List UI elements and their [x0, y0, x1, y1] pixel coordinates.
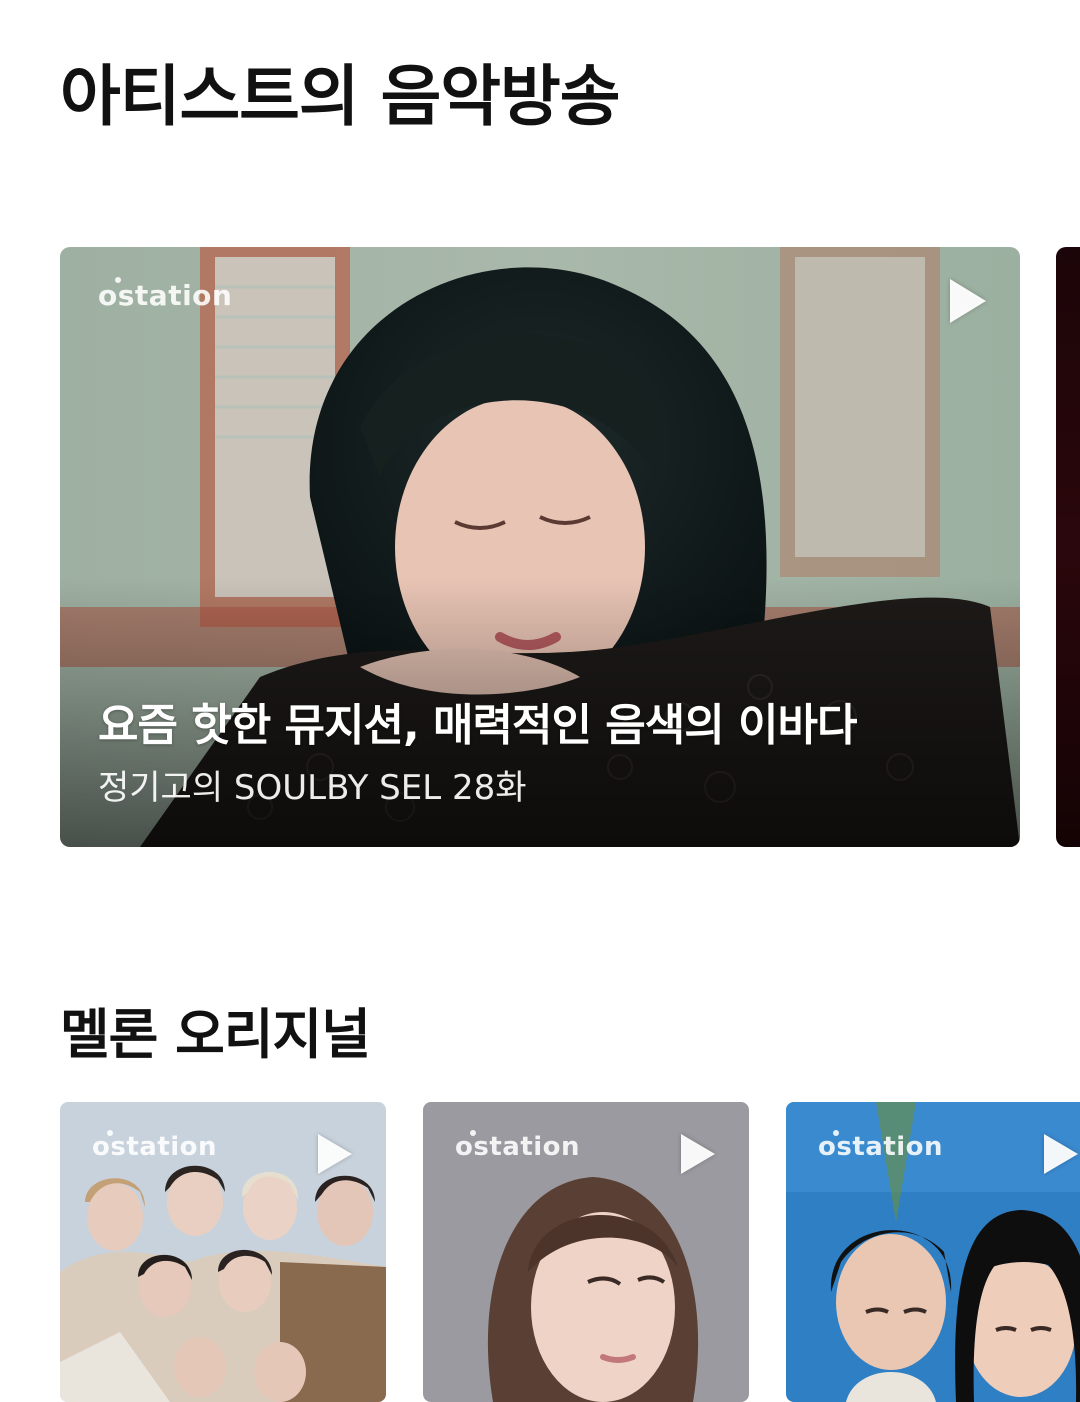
- play-icon[interactable]: [681, 1134, 715, 1174]
- play-icon[interactable]: [1044, 1134, 1078, 1174]
- featured-card-subtitle: 정기고의 SOULBY SEL 28화: [98, 768, 527, 808]
- next-broadcast-card-peek[interactable]: [1056, 247, 1080, 847]
- station-logo: o station: [98, 277, 233, 312]
- play-icon[interactable]: [318, 1134, 352, 1174]
- station-logo: o station: [92, 1130, 218, 1162]
- station-logo: o station: [818, 1130, 944, 1162]
- section-title-artist-music-broadcast: 아티스트의 음악방송: [60, 58, 620, 135]
- original-card-2[interactable]: o station: [423, 1102, 749, 1402]
- featured-card-title: 요즘 핫한 뮤지션, 매력적인 음색의 이바다: [98, 700, 857, 751]
- station-logo-text: station: [110, 1132, 218, 1162]
- station-logo-text: station: [117, 279, 233, 312]
- featured-caption: 요즘 핫한 뮤지션, 매력적인 음색의 이바다 정기고의 SOULBY SEL …: [98, 697, 990, 847]
- station-logo-text: station: [836, 1132, 944, 1162]
- original-card-1[interactable]: o station: [60, 1102, 386, 1402]
- play-icon[interactable]: [950, 279, 986, 323]
- station-logo: o station: [455, 1130, 581, 1162]
- section-title-melon-original: 멜론 오리지널: [60, 1003, 371, 1066]
- original-card-3[interactable]: o station: [786, 1102, 1080, 1402]
- featured-broadcast-card[interactable]: o station 요즘 핫한 뮤지션, 매력적인 음색의 이바다 정기고의 SO…: [60, 247, 1020, 847]
- station-logo-text: station: [473, 1132, 581, 1162]
